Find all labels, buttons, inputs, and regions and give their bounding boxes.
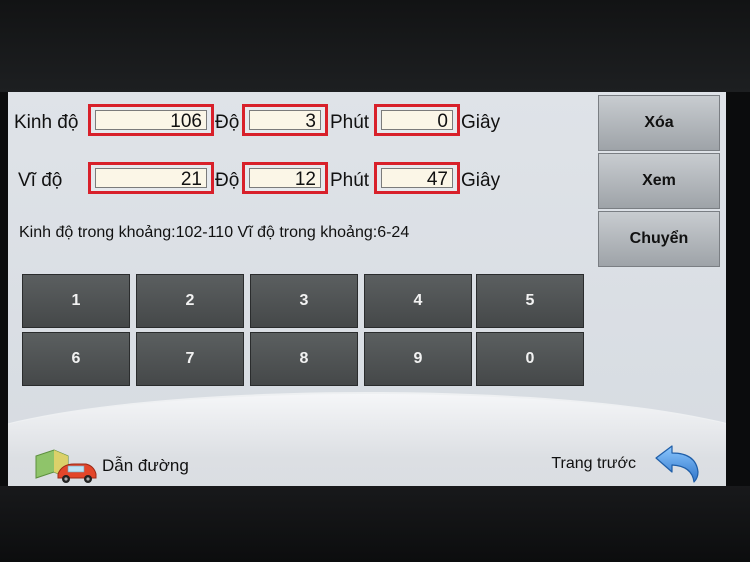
navigate-button[interactable]: Dẫn đường <box>34 448 189 484</box>
keypad-key-0[interactable]: 0 <box>476 332 584 386</box>
numeric-keypad: 1 2 3 4 5 6 7 8 9 0 <box>22 274 584 388</box>
latitude-minutes-field[interactable]: 12 <box>242 162 328 194</box>
latitude-minute-unit: Phút <box>330 170 370 191</box>
map-car-icon <box>34 448 98 484</box>
coordinate-entry-screen: Kinh độ 106 Độ 3 Phút 0 Giây Vĩ độ 21 Độ… <box>8 92 726 486</box>
transfer-button[interactable]: Chuyển <box>598 211 720 267</box>
longitude-seconds-value: 0 <box>381 110 453 132</box>
device-bezel-bottom <box>0 486 750 562</box>
latitude-seconds-field[interactable]: 47 <box>374 162 460 194</box>
latitude-degrees-field[interactable]: 21 <box>88 162 214 194</box>
longitude-minutes-field[interactable]: 3 <box>242 104 328 136</box>
keypad-key-8[interactable]: 8 <box>250 332 358 386</box>
view-button[interactable]: Xem <box>598 153 720 209</box>
keypad-key-2[interactable]: 2 <box>136 274 244 328</box>
longitude-label: Kinh độ <box>14 112 79 133</box>
range-info-text: Kinh độ trong khoảng:102-110 Vĩ độ trong… <box>19 224 410 241</box>
longitude-degrees-field[interactable]: 106 <box>88 104 214 136</box>
keypad-key-6[interactable]: 6 <box>22 332 130 386</box>
latitude-minutes-value: 12 <box>249 168 321 190</box>
keypad-key-1[interactable]: 1 <box>22 274 130 328</box>
longitude-minutes-value: 3 <box>249 110 321 132</box>
latitude-label: Vĩ độ <box>18 170 63 191</box>
keypad-key-5[interactable]: 5 <box>476 274 584 328</box>
longitude-seconds-field[interactable]: 0 <box>374 104 460 136</box>
longitude-second-unit: Giây <box>461 112 501 133</box>
back-button[interactable]: Trang trước <box>551 442 702 486</box>
latitude-second-unit: Giây <box>461 170 501 191</box>
longitude-degree-unit: Độ <box>215 112 240 133</box>
keypad-key-9[interactable]: 9 <box>364 332 472 386</box>
device-bezel-top <box>0 0 750 92</box>
back-label: Trang trước <box>551 455 636 472</box>
keypad-key-7[interactable]: 7 <box>136 332 244 386</box>
latitude-degree-unit: Độ <box>215 170 240 191</box>
delete-button[interactable]: Xóa <box>598 95 720 151</box>
keypad-key-4[interactable]: 4 <box>364 274 472 328</box>
navigate-label: Dẫn đường <box>102 456 189 475</box>
latitude-seconds-value: 47 <box>381 168 453 190</box>
longitude-degrees-value: 106 <box>95 110 207 132</box>
keypad-key-3[interactable]: 3 <box>250 274 358 328</box>
back-arrow-icon <box>654 444 702 484</box>
latitude-degrees-value: 21 <box>95 168 207 190</box>
longitude-minute-unit: Phút <box>330 112 370 133</box>
